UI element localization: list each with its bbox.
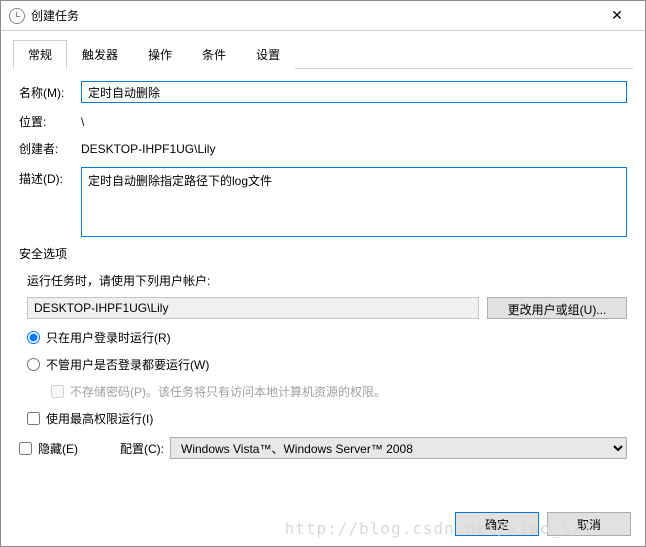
- hidden-checkbox[interactable]: [19, 442, 32, 455]
- close-button[interactable]: ✕: [597, 2, 637, 30]
- titlebar: 创建任务 ✕: [1, 1, 645, 31]
- tab-triggers[interactable]: 触发器: [67, 40, 133, 69]
- hidden-label: 隐藏(E): [38, 440, 78, 457]
- config-label: 配置(C):: [120, 440, 164, 457]
- clock-icon: [9, 8, 25, 24]
- cancel-button[interactable]: 取消: [547, 512, 631, 536]
- highest-privileges-checkbox[interactable]: [27, 412, 40, 425]
- tab-general[interactable]: 常规: [13, 40, 67, 69]
- radio-logged-on[interactable]: [27, 331, 40, 344]
- content-area: 常规 触发器 操作 条件 设置 名称(M): 位置: \ 创建者: DESKTO…: [1, 31, 645, 463]
- config-select[interactable]: Windows Vista™、Windows Server™ 2008: [170, 437, 627, 459]
- run-as-label: 运行任务时，请使用下列用户帐户:: [27, 272, 627, 289]
- create-task-window: 创建任务 ✕ 常规 触发器 操作 条件 设置 名称(M): 位置: \ 创建者:…: [0, 0, 646, 547]
- tab-settings[interactable]: 设置: [241, 40, 295, 69]
- author-label: 创建者:: [19, 140, 81, 157]
- author-value: DESKTOP-IHPF1UG\Lily: [81, 142, 627, 156]
- radio-any-user[interactable]: [27, 358, 40, 371]
- security-section-label: 安全选项: [19, 245, 627, 262]
- dialog-buttons: 确定 取消: [455, 512, 631, 536]
- no-store-password-label: 不存储密码(P)。该任务将只有访问本地计算机资源的权限。: [70, 383, 386, 400]
- radio-logged-on-label: 只在用户登录时运行(R): [46, 329, 171, 346]
- no-store-password-checkbox: [51, 385, 64, 398]
- tab-conditions[interactable]: 条件: [187, 40, 241, 69]
- name-label: 名称(M):: [19, 84, 81, 101]
- location-value: \: [81, 115, 627, 129]
- ok-button[interactable]: 确定: [455, 512, 539, 536]
- location-label: 位置:: [19, 113, 81, 130]
- description-input[interactable]: [81, 167, 627, 237]
- window-title: 创建任务: [31, 7, 597, 24]
- change-user-button[interactable]: 更改用户或组(U)...: [487, 297, 627, 319]
- tab-strip: 常规 触发器 操作 条件 设置: [13, 39, 633, 69]
- radio-any-user-label: 不管用户是否登录都要运行(W): [46, 356, 209, 373]
- tab-actions[interactable]: 操作: [133, 40, 187, 69]
- description-label: 描述(D):: [19, 167, 81, 187]
- name-input[interactable]: [81, 81, 627, 103]
- tab-body-general: 名称(M): 位置: \ 创建者: DESKTOP-IHPF1UG\Lily 描…: [13, 69, 633, 463]
- user-account-field: DESKTOP-IHPF1UG\Lily: [27, 297, 479, 319]
- highest-privileges-label: 使用最高权限运行(I): [46, 410, 153, 427]
